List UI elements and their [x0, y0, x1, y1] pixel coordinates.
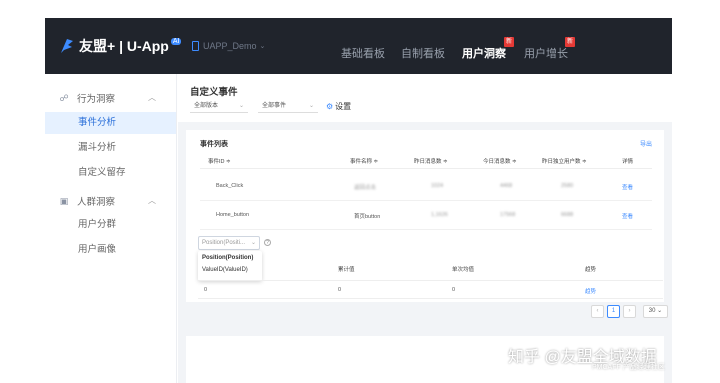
settings-label: 设置: [335, 102, 352, 111]
today-count-cell: 4468: [500, 183, 513, 189]
chevron-down-icon: ⌄: [238, 103, 244, 109]
column-header: 累计值: [338, 267, 355, 273]
export-link[interactable]: 导出: [640, 139, 652, 148]
yesterday-count-cell: 1024: [431, 183, 444, 189]
tab-basic-board[interactable]: 基础看板: [341, 45, 385, 61]
total-cell: 0: [338, 287, 342, 293]
sidebar-group-behavior[interactable]: ☍ 行为洞察: [59, 91, 115, 105]
dropdown-option[interactable]: ValueID(ValueID): [202, 267, 248, 273]
property-select-value: Position(Positi...: [202, 240, 246, 246]
ai-badge: AI: [170, 37, 182, 45]
stats-label-cell: 0: [204, 287, 208, 293]
column-header: 详情: [622, 159, 634, 165]
event-name-cell: 返回点击: [354, 185, 377, 191]
chevron-down-icon: ⌄: [308, 103, 314, 109]
next-page-button[interactable]: ›: [623, 305, 636, 318]
crowd-icon: ▣: [59, 196, 69, 206]
event-select[interactable]: 全部事件 ⌄: [258, 99, 318, 113]
chevron-up-icon[interactable]: ︿: [148, 92, 156, 103]
divider: [198, 280, 663, 281]
umeng-bird-icon: [61, 39, 73, 53]
column-header[interactable]: 今日消息数 ≑: [483, 157, 517, 165]
sidebar-item-funnel[interactable]: 漏斗分析: [45, 137, 176, 159]
phone-icon: [192, 41, 199, 51]
event-list-title: 事件列表: [200, 141, 228, 148]
top-nav-bar: 友盟+ | U-App AI UAPP_Demo ⌄ 基础看板 自制看板 用户洞…: [45, 18, 672, 74]
version-select[interactable]: 全部版本 ⌄: [190, 99, 248, 113]
sidebar-group-crowd[interactable]: ▣ 人群洞察: [59, 194, 115, 208]
logo-text: 友盟+ | U-App: [79, 38, 169, 54]
page-size-value: 30: [648, 308, 656, 314]
sidebar: ☍ 行为洞察 ︿ 事件分析 漏斗分析 自定义留存 ▣ 人群洞察 ︿ 用户分群 用…: [45, 74, 177, 383]
divider: [200, 168, 652, 169]
chevron-up-icon[interactable]: ︿: [148, 195, 156, 206]
settings-button[interactable]: ⚙ 设置: [326, 101, 351, 112]
event-name-cell: 首页button: [354, 214, 381, 220]
sidebar-group-label: 行为洞察: [77, 94, 116, 105]
event-id-cell: Back_Click: [216, 183, 244, 189]
divider: [198, 298, 663, 299]
property-dropdown: Position(Position) ValueID(ValueID): [198, 251, 262, 281]
main-content: 自定义事件 全部版本 ⌄ 全部事件 ⌄ ⚙ 设置 事件列表 导出 事件ID ≑ …: [178, 74, 672, 383]
app-selector[interactable]: UAPP_Demo ⌄: [192, 41, 265, 51]
average-cell: 0: [452, 287, 456, 293]
dropdown-option[interactable]: Position(Position): [202, 255, 253, 261]
column-header[interactable]: 昨日独立用户数 ≑: [542, 157, 587, 165]
view-detail-link[interactable]: 查看: [622, 183, 633, 191]
sidebar-item-retention[interactable]: 自定义留存: [45, 162, 176, 184]
umeng-logo[interactable]: 友盟+ | U-App AI: [59, 36, 182, 56]
watermark-sub: PMCAFF 产品经理社区: [592, 364, 665, 371]
users-count-cell: 6688: [561, 212, 574, 218]
event-select-value: 全部事件: [262, 103, 287, 109]
page-number[interactable]: 1: [607, 305, 620, 318]
trend-link[interactable]: 趋势: [585, 287, 596, 295]
chevron-down-icon: ⌄: [259, 43, 266, 50]
property-select[interactable]: Position(Positi... ⌄: [198, 236, 260, 250]
tab-custom-board[interactable]: 自制看板: [401, 45, 445, 61]
divider: [200, 200, 652, 201]
gear-icon: ⚙: [326, 102, 334, 111]
column-header[interactable]: 昨日消息数 ≑: [414, 157, 448, 165]
chevron-down-icon: ⌄: [250, 240, 256, 246]
app-selector-label: UAPP_Demo: [203, 41, 257, 51]
column-header: 单次均值: [452, 267, 475, 273]
prev-page-button[interactable]: ‹: [591, 305, 604, 318]
yesterday-count-cell: 1,1626: [431, 212, 448, 218]
new-badge: 新: [565, 37, 575, 47]
view-detail-link[interactable]: 查看: [622, 212, 633, 220]
event-id-cell: Home_button: [216, 212, 250, 218]
version-select-value: 全部版本: [194, 103, 219, 109]
new-badge: 新: [504, 37, 514, 47]
sidebar-item-event-analysis[interactable]: 事件分析: [45, 112, 176, 134]
column-header[interactable]: 事件ID ≑: [208, 157, 231, 165]
question-icon[interactable]: ?: [264, 239, 271, 246]
column-header[interactable]: 事件名称 ≑: [350, 157, 378, 165]
tab-user-growth[interactable]: 用户增长: [524, 45, 568, 61]
page-title: 自定义事件: [190, 87, 238, 98]
today-count-cell: 17568: [500, 212, 516, 218]
page-size-select[interactable]: 30 ⌄: [643, 305, 668, 318]
sidebar-item-user-profile[interactable]: 用户画像: [45, 239, 176, 261]
users-count-cell: 2580: [561, 183, 574, 189]
divider: [200, 229, 652, 230]
behavior-icon: ☍: [59, 93, 69, 103]
column-header: 趋势: [585, 267, 597, 273]
sidebar-group-label: 人群洞察: [77, 197, 116, 208]
sidebar-item-user-segment[interactable]: 用户分群: [45, 214, 176, 236]
tab-user-insight[interactable]: 用户洞察: [462, 45, 506, 61]
filter-header: 自定义事件 全部版本 ⌄ 全部事件 ⌄ ⚙ 设置: [178, 74, 672, 122]
